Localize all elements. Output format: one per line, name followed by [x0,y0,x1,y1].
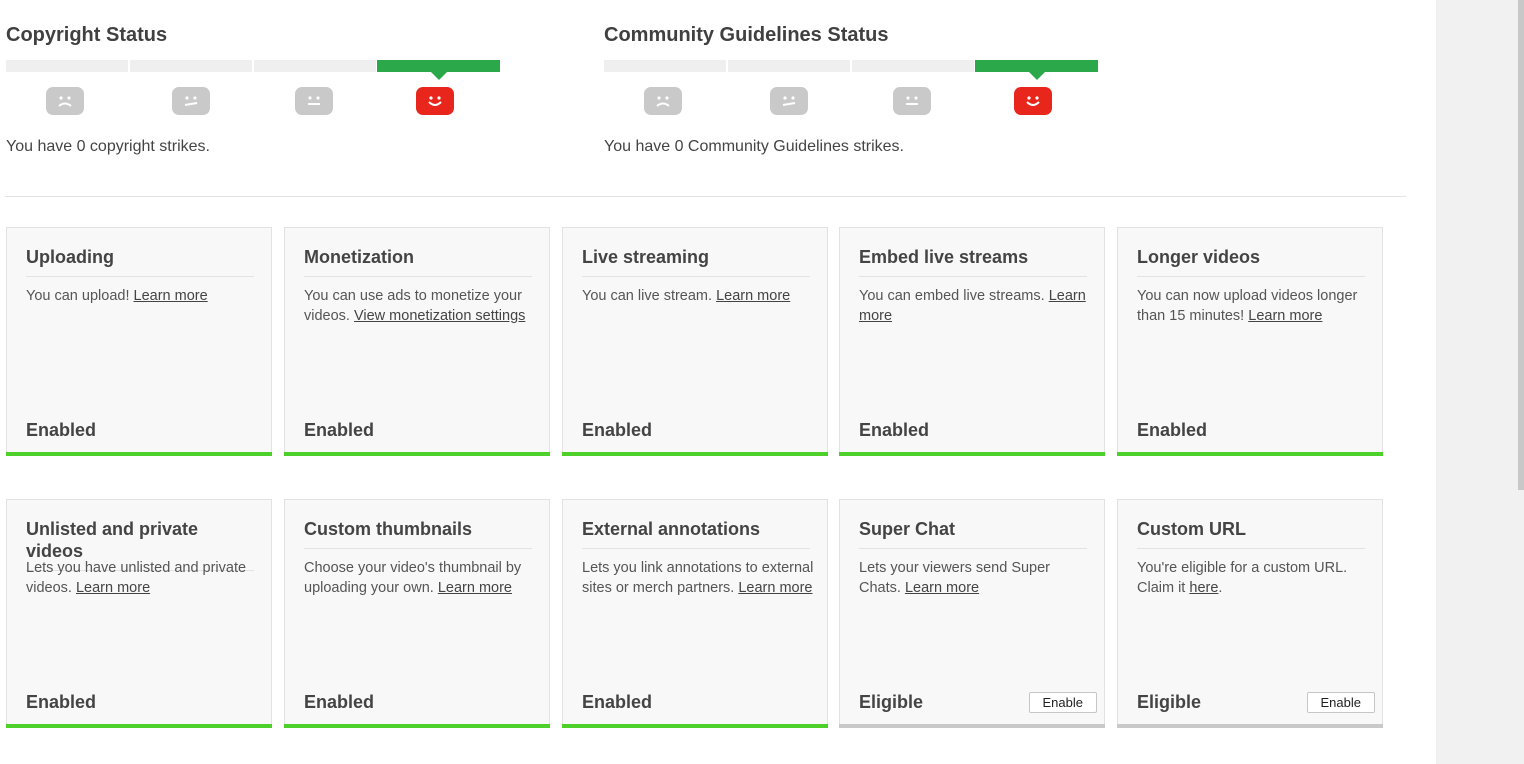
community-guidelines-status: Community Guidelines Status You have 0 C… [604,22,1100,155]
learn-more-link[interactable]: Learn more [76,580,150,596]
unsure-face-icon [770,87,808,115]
meter-segment-active [377,60,500,80]
feature-card-super-chat: Super Chat Lets your viewers send Super … [839,499,1105,728]
copyright-status-title: Copyright Status [6,24,168,46]
status-bar [1117,452,1383,456]
unsure-face-icon [172,87,210,115]
status-bar [6,724,272,728]
feature-card-custom-url: Custom URL You're eligible for a custom … [1117,499,1383,728]
meter-segment [728,60,850,72]
status-bar [562,724,828,728]
feature-description: You can upload! Learn more [26,288,208,304]
community-strike-count: You have 0 Community Guidelines strikes. [604,138,904,155]
feature-title: Longer videos [1137,246,1365,277]
feature-description: You can embed live streams. Learn more [859,288,1086,324]
meter-segment-active [975,60,1098,80]
feature-description: You can use ads to monetize your videos.… [304,288,526,324]
claim-custom-url-link[interactable]: here [1189,580,1218,596]
feature-title: Custom thumbnails [304,518,532,549]
neutral-face-icon [295,87,333,115]
feature-state: Enabled [304,692,375,712]
happy-face-icon [1014,87,1052,115]
enable-super-chat-button[interactable]: Enable [1028,692,1097,713]
status-bar [284,724,550,728]
feature-title: External annotations [582,518,810,549]
meter-segment [130,60,252,72]
feature-description: Lets you link annotations to external si… [582,560,814,596]
community-status-title: Community Guidelines Status [604,24,889,46]
neutral-face-icon [893,87,931,115]
status-bar [284,452,550,456]
feature-card-embed-live-streams: Embed live streams You can embed live st… [839,227,1105,456]
feature-description: Lets you have unlisted and private video… [26,560,247,596]
feature-card-custom-thumbnails: Custom thumbnails Choose your video's th… [284,499,550,728]
feature-title: Monetization [304,246,532,277]
feature-title: Live streaming [582,246,810,277]
right-gutter [1436,0,1524,764]
scrollbar-thumb[interactable] [1518,0,1524,490]
feature-title: Super Chat [859,518,1087,549]
feature-description: You're eligible for a custom URL. Claim … [1137,560,1348,596]
feature-card-uploading: Uploading You can upload! Learn more Ena… [6,227,272,456]
meter-segment [852,60,974,72]
feature-state: Enabled [582,692,653,712]
learn-more-link[interactable]: Learn more [905,580,979,596]
feature-card-unlisted-private: Unlisted and private videos Lets you hav… [6,499,272,728]
feature-description: Lets your viewers send Super Chats. Lear… [859,560,1051,596]
feature-card-monetization: Monetization You can use ads to monetize… [284,227,550,456]
feature-state: Enabled [26,420,97,440]
status-bar [839,724,1105,728]
community-strike-meter [604,60,1100,115]
feature-state: Eligible [859,692,924,712]
meter-segment [6,60,128,72]
feature-card-live-streaming: Live streaming You can live stream. Lear… [562,227,828,456]
learn-more-link[interactable]: Learn more [738,580,812,596]
view-monetization-settings-link[interactable]: View monetization settings [354,308,525,324]
feature-state: Enabled [582,420,653,440]
feature-card-longer-videos: Longer videos You can now upload videos … [1117,227,1383,456]
copyright-strike-meter [6,60,502,115]
status-bar [562,452,828,456]
feature-title: Custom URL [1137,518,1365,549]
feature-description: Choose your video's thumbnail by uploadi… [304,560,522,596]
feature-title: Embed live streams [859,246,1087,277]
learn-more-link[interactable]: Learn more [438,580,512,596]
enable-custom-url-button[interactable]: Enable [1306,692,1375,713]
happy-face-icon [416,87,454,115]
learn-more-link[interactable]: Learn more [1248,308,1322,324]
main-content: Copyright Status You have 0 copyright st… [0,0,1436,764]
feature-state: Eligible [1137,692,1202,712]
feature-title: Uploading [26,246,254,277]
feature-description: You can now upload videos longer than 15… [1137,288,1358,324]
learn-more-link[interactable]: Learn more [716,288,790,304]
feature-card-external-annotations: External annotations Lets you link annot… [562,499,828,728]
feature-state: Enabled [859,420,930,440]
status-bar [1117,724,1383,728]
feature-state: Enabled [1137,420,1208,440]
feature-description: You can live stream. Learn more [582,288,791,304]
feature-state: Enabled [304,420,375,440]
status-bar [839,452,1105,456]
sad-face-icon [644,87,682,115]
section-divider [5,196,1406,197]
feature-state: Enabled [26,692,97,712]
copyright-strike-count: You have 0 copyright strikes. [6,138,210,155]
meter-segment [604,60,726,72]
sad-face-icon [46,87,84,115]
copyright-status: Copyright Status You have 0 copyright st… [6,22,502,155]
meter-segment [254,60,376,72]
learn-more-link[interactable]: Learn more [134,288,208,304]
status-bar [6,452,272,456]
